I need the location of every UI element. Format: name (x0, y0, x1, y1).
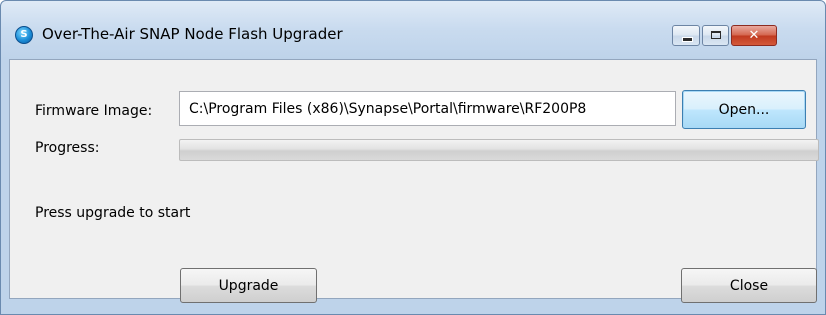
firmware-image-input[interactable] (179, 91, 676, 126)
maximize-button[interactable] (702, 25, 729, 46)
window-title: Over-The-Air SNAP Node Flash Upgrader (42, 25, 343, 43)
progress-label: Progress: (35, 140, 100, 156)
firmware-image-label: Firmware Image: (35, 103, 153, 119)
upgrade-button[interactable]: Upgrade (180, 268, 317, 303)
upgrader-window: S Over-The-Air SNAP Node Flash Upgrader … (0, 0, 826, 315)
maximize-icon (711, 31, 721, 39)
close-icon: ✕ (748, 28, 760, 43)
minimize-icon (682, 37, 693, 42)
progress-bar (179, 139, 819, 161)
close-window-button[interactable]: ✕ (731, 25, 777, 46)
title-bar[interactable]: S Over-The-Air SNAP Node Flash Upgrader … (1, 1, 825, 59)
open-button[interactable]: Open... (682, 90, 806, 129)
minimize-button[interactable] (672, 25, 700, 46)
dialog-body: Firmware Image: Open... Progress: Press … (9, 59, 819, 303)
close-button[interactable]: Close (681, 268, 817, 303)
snap-app-icon: S (15, 26, 33, 44)
status-message: Press upgrade to start (35, 205, 191, 221)
